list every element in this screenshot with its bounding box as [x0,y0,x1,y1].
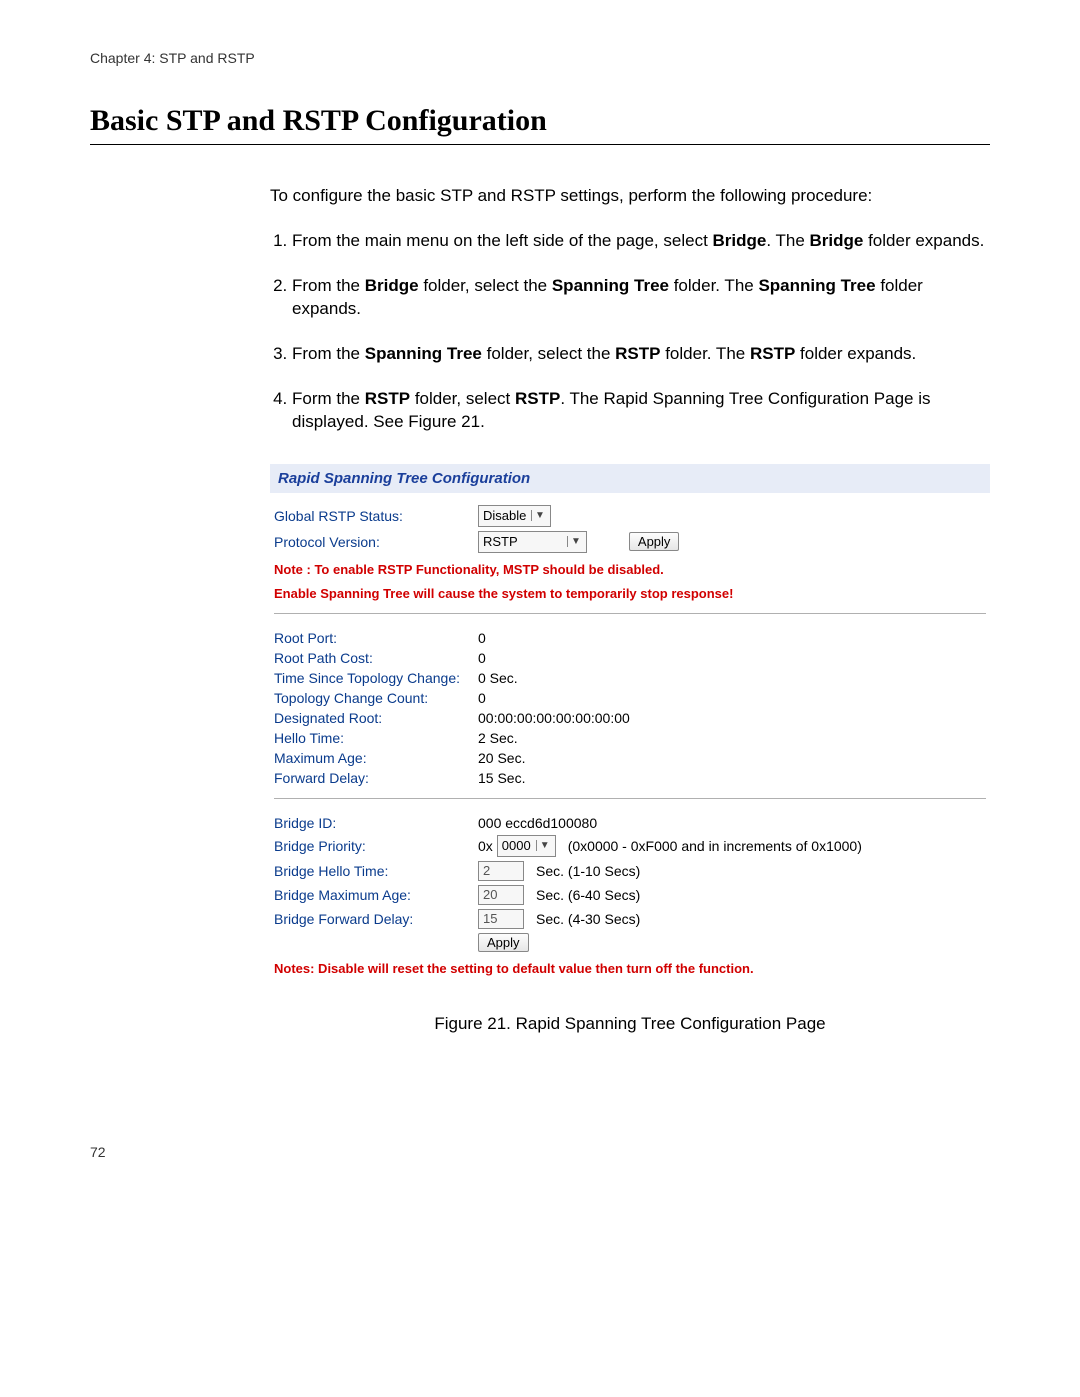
label: Maximum Age: [274,750,474,766]
row-bridge-priority: Bridge Priority: 0x 0000 ▼ (0x0000 - 0xF… [274,833,986,859]
label: Forward Delay: [274,770,474,786]
bold: Bridge [713,231,767,250]
label: Root Path Cost: [274,650,474,666]
value: 15 Sec. [478,770,525,786]
label: Designated Root: [274,710,474,726]
chevron-down-icon: ▼ [567,536,584,547]
step-text: folder. The [660,344,749,363]
apply-button-top[interactable]: Apply [629,532,680,551]
step-text: From the main menu on the left side of t… [292,231,713,250]
chevron-down-icon: ▼ [536,840,553,851]
select-value: 0000 [502,838,532,853]
bold: Spanning Tree [552,276,669,295]
row-global-rstp-status: Global RSTP Status: Disable ▼ [274,503,986,529]
bridge-maximum-age-input[interactable] [478,885,524,905]
global-rstp-status-select[interactable]: Disable ▼ [478,505,551,527]
label: Hello Time: [274,730,474,746]
step-text: folder, select the [419,276,552,295]
row-topology-change-count: Topology Change Count: 0 [274,688,986,708]
hint: Sec. (4-30 Secs) [536,911,640,927]
row-time-since-topology-change: Time Since Topology Change: 0 Sec. [274,668,986,688]
label: Bridge Hello Time: [274,863,474,879]
row-forward-delay: Forward Delay: 15 Sec. [274,768,986,788]
bold: Bridge [810,231,864,250]
value: 0 Sec. [478,670,518,686]
label: Bridge ID: [274,815,474,831]
value: 0 [478,650,486,666]
label: Bridge Forward Delay: [274,911,474,927]
apply-button-bottom[interactable]: Apply [478,933,529,952]
procedure-steps: From the main menu on the left side of t… [270,230,990,434]
value: 0 [478,630,486,646]
select-value: Disable [483,508,527,523]
row-root-port: Root Port: 0 [274,628,986,648]
row-bridge-forward-delay: Bridge Forward Delay: Sec. (4-30 Secs) [274,907,986,931]
figure-caption: Figure 21. Rapid Spanning Tree Configura… [270,1014,990,1034]
panel-title: Rapid Spanning Tree Configuration [270,464,990,493]
step-3: From the Spanning Tree folder, select th… [292,343,990,366]
note-warning-1: Note : To enable RSTP Functionality, MST… [274,561,986,579]
chevron-down-icon: ▼ [531,510,548,521]
value: 000 eccd6d100080 [478,815,597,831]
step-text: Form the [292,389,365,408]
step-text: folder. The [669,276,758,295]
separator [274,613,986,614]
step-text: From the [292,276,365,295]
row-apply-bottom: Apply [274,931,986,954]
step-text: folder, select the [482,344,615,363]
protocol-version-select[interactable]: RSTP ▼ [478,531,587,553]
title-rule [90,144,990,145]
step-text: . The [766,231,809,250]
row-root-path-cost: Root Path Cost: 0 [274,648,986,668]
value: 0 [478,690,486,706]
row-designated-root: Designated Root: 00:00:00:00:00:00:00:00 [274,708,986,728]
value: 00:00:00:00:00:00:00:00 [478,710,630,726]
prefix: 0x [478,838,493,854]
bold: RSTP [515,389,560,408]
step-4: Form the RSTP folder, select RSTP. The R… [292,388,990,434]
intro-paragraph: To configure the basic STP and RSTP sett… [270,185,990,208]
label: Topology Change Count: [274,690,474,706]
section-title: Basic STP and RSTP Configuration [90,104,990,138]
step-1: From the main menu on the left side of t… [292,230,990,253]
step-text: folder expands. [863,231,984,250]
note-warning-3: Notes: Disable will reset the setting to… [274,960,986,978]
step-text: From the [292,344,365,363]
hint: Sec. (6-40 Secs) [536,887,640,903]
bold: RSTP [750,344,795,363]
bold: Bridge [365,276,419,295]
bold: Spanning Tree [365,344,482,363]
label: Bridge Maximum Age: [274,887,474,903]
label: Protocol Version: [274,534,474,550]
row-hello-time: Hello Time: 2 Sec. [274,728,986,748]
bold: RSTP [365,389,410,408]
row-bridge-maximum-age: Bridge Maximum Age: Sec. (6-40 Secs) [274,883,986,907]
step-2: From the Bridge folder, select the Spann… [292,275,990,321]
label: Time Since Topology Change: [274,670,474,686]
row-bridge-id: Bridge ID: 000 eccd6d100080 [274,813,986,833]
row-protocol-version: Protocol Version: RSTP ▼ Apply [274,529,986,555]
hint: Sec. (1-10 Secs) [536,863,640,879]
rstp-config-panel: Rapid Spanning Tree Configuration Global… [270,464,990,987]
label: Bridge Priority: [274,838,474,854]
bridge-forward-delay-input[interactable] [478,909,524,929]
label: Root Port: [274,630,474,646]
separator [274,798,986,799]
value: 2 Sec. [478,730,518,746]
chapter-header: Chapter 4: STP and RSTP [90,50,990,66]
row-bridge-hello-time: Bridge Hello Time: Sec. (1-10 Secs) [274,859,986,883]
bold: Spanning Tree [758,276,875,295]
label: Global RSTP Status: [274,508,474,524]
bold: RSTP [615,344,660,363]
step-text: folder, select [410,389,515,408]
hint: (0x0000 - 0xF000 and in increments of 0x… [568,838,862,854]
step-text: folder expands. [795,344,916,363]
select-value: RSTP [483,534,563,549]
value: 20 Sec. [478,750,525,766]
note-warning-2: Enable Spanning Tree will cause the syst… [274,585,986,603]
row-maximum-age: Maximum Age: 20 Sec. [274,748,986,768]
bridge-hello-time-input[interactable] [478,861,524,881]
bridge-priority-select[interactable]: 0000 ▼ [497,835,556,857]
page-number: 72 [90,1144,990,1160]
